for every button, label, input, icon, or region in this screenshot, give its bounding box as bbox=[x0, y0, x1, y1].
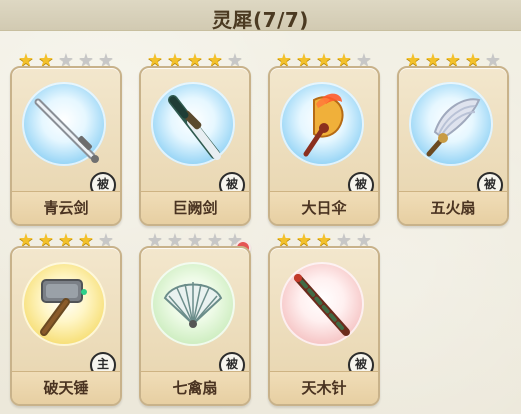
card-frame: 主 破天锤 bbox=[10, 246, 122, 406]
card-frame: 被 天木针 bbox=[268, 246, 380, 406]
item-icon-circle bbox=[22, 82, 106, 166]
hammer-icon bbox=[40, 279, 87, 336]
card-name-bar: 巨阙剑 bbox=[141, 191, 249, 224]
card-name: 七禽扇 bbox=[172, 379, 218, 397]
card-name-bar: 大日伞 bbox=[270, 191, 378, 224]
card-name: 天木针 bbox=[301, 379, 347, 397]
card-name: 五火扇 bbox=[430, 199, 476, 217]
card-name-bar: 破天锤 bbox=[12, 371, 120, 404]
greatsword-icon bbox=[168, 95, 221, 160]
card-name-bar: 天木针 bbox=[270, 371, 378, 404]
card-name: 大日伞 bbox=[301, 199, 347, 217]
card-name-bar: 青云剑 bbox=[12, 191, 120, 224]
page-title: 灵犀(7/7) bbox=[212, 8, 309, 32]
sun-umbrella-icon bbox=[303, 93, 344, 157]
card-dariisan[interactable]: ★ ★ ★ ★ ★ 被 大日伞 bbox=[268, 52, 380, 226]
sword-icon bbox=[34, 98, 99, 163]
card-name-bar: 七禽扇 bbox=[141, 371, 249, 404]
card-frame: 被 七禽扇 bbox=[139, 246, 251, 406]
item-icon-circle bbox=[151, 262, 235, 346]
card-frame: 被 巨阙剑 bbox=[139, 66, 251, 226]
item-icon-circle bbox=[22, 262, 106, 346]
feather-fan-icon bbox=[426, 98, 481, 157]
item-icon-circle bbox=[280, 82, 364, 166]
card-tianmuzhen[interactable]: ★ ★ ★ ★ ★ 被 天木针 bbox=[268, 232, 380, 406]
needle-icon bbox=[294, 274, 350, 336]
card-wuhuoshan[interactable]: ★ ★ ★ ★ ★ 被 五火扇 bbox=[397, 52, 509, 226]
card-juquejian[interactable]: ★ ★ ★ ★ ★ 被 巨阙剑 bbox=[139, 52, 251, 226]
header-bar: 灵犀(7/7) bbox=[0, 0, 521, 32]
card-qiqinshan[interactable]: ★ ★ ★ ★ ★ 被 七禽扇 bbox=[139, 232, 251, 406]
card-potianchui[interactable]: ★ ★ ★ ★ ★ 主 破天锤 bbox=[10, 232, 122, 406]
item-icon-circle bbox=[409, 82, 493, 166]
card-frame: 被 青云剑 bbox=[10, 66, 122, 226]
card-name: 巨阙剑 bbox=[172, 199, 218, 217]
card-frame: 被 大日伞 bbox=[268, 66, 380, 226]
card-name: 青云剑 bbox=[43, 199, 89, 217]
item-icon-circle bbox=[280, 262, 364, 346]
card-qingyunjian[interactable]: ★ ★ ★ ★ ★ 被 青云剑 bbox=[10, 52, 122, 226]
card-frame: 被 五火扇 bbox=[397, 66, 509, 226]
card-name: 破天锤 bbox=[43, 379, 89, 397]
folding-fan-icon bbox=[163, 282, 223, 328]
card-name-bar: 五火扇 bbox=[399, 191, 507, 224]
item-icon-circle bbox=[151, 82, 235, 166]
